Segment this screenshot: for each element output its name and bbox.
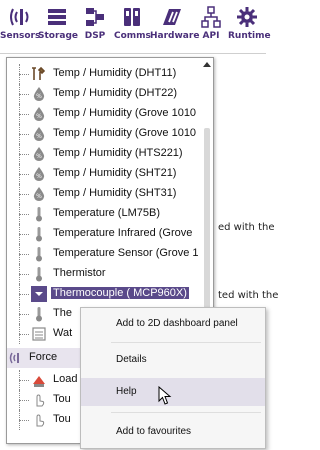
menu-item-label: Add to favourites: [116, 426, 192, 437]
toolbar-label: API: [202, 31, 220, 41]
toolbar-sensors[interactable]: Sensors: [0, 0, 41, 50]
tree-item-label: Load: [53, 373, 78, 385]
tree-item-label: Temp / Humidity (SHT31): [53, 187, 177, 199]
load-cell-icon: [33, 376, 45, 387]
tree-item-label: Tou: [53, 413, 71, 425]
humidity-drop-icon: %: [33, 107, 45, 121]
context-menu: Add to 2D dashboard panel Details Help A…: [80, 307, 266, 449]
toolbar-dsp[interactable]: DSP: [76, 0, 114, 50]
tree-item[interactable]: % Temp / Humidity (SHT31): [7, 184, 207, 204]
tree-item-label: Wat: [53, 327, 73, 339]
divider: [0, 53, 266, 54]
tree-group-label: Force: [29, 351, 58, 363]
menu-item-help[interactable]: Help: [81, 378, 265, 406]
tree-item-label: Temperature Infrared (Grove: [53, 227, 193, 239]
thermometer-icon: [36, 307, 42, 322]
water-level-icon: [32, 327, 46, 341]
tree-item[interactable]: Temperature Infrared (Grove: [7, 224, 207, 244]
toolbar-label: Storage: [38, 31, 79, 41]
humidity-drop-icon: %: [33, 147, 45, 161]
humidity-drop-icon: %: [33, 167, 45, 181]
toolbar-comms[interactable]: Comms: [114, 0, 151, 50]
tree-item-label: Temp / Humidity (SHT21): [53, 167, 177, 179]
tree-item[interactable]: Temp / Humidity (DHT11): [7, 64, 207, 84]
background-text: ed with the: [218, 222, 275, 233]
humidity-drop-icon: %: [33, 127, 45, 141]
menu-item-label: Add to 2D dashboard panel: [116, 318, 238, 329]
tree-item[interactable]: % Temp / Humidity (Grove 1010: [7, 104, 207, 124]
tree-item-label: Thermistor: [53, 267, 106, 279]
toolbar-label: Runtime: [228, 31, 271, 41]
mouse-cursor-icon: [158, 386, 172, 405]
menu-separator: [111, 342, 261, 343]
dsp-icon: [86, 8, 104, 26]
tree-item-label: Temp / Humidity (HTS221): [53, 147, 183, 159]
toolbar-hardware[interactable]: Hardware: [150, 0, 200, 50]
menu-item-details[interactable]: Details: [81, 346, 265, 374]
tree-item[interactable]: Thermistor: [7, 264, 207, 284]
toolbar-label: Hardware: [150, 31, 200, 41]
menu-item-label: Details: [116, 354, 147, 365]
svg-text:%: %: [36, 173, 42, 180]
tree-item-label: Temp / Humidity (DHT22): [53, 87, 178, 99]
background-text: ted with the: [218, 290, 279, 301]
tree-item-label: Thermocouple ( MCP960X): [50, 286, 190, 300]
toolbar-api[interactable]: API: [194, 0, 228, 50]
force-wave-icon: [9, 352, 19, 364]
hardware-icon: [163, 9, 181, 25]
thermometer-icon: [36, 227, 42, 242]
tools-icon: [32, 66, 46, 80]
toolbar-label: Comms: [114, 31, 151, 41]
sensor-wave-icon: [10, 8, 29, 26]
svg-text:%: %: [36, 193, 42, 200]
tree-item-label: The: [53, 307, 72, 319]
thermometer-icon: [36, 267, 42, 282]
thermometer-icon: [36, 247, 42, 262]
tree-item-label: Tou: [53, 393, 71, 405]
tree-item-label: Temp / Humidity (Grove 1010: [53, 127, 197, 139]
tree-item[interactable]: % Temp / Humidity (DHT22): [7, 84, 207, 104]
tree-item-label: Temperature Sensor (Grove 1: [53, 247, 199, 259]
menu-separator: [111, 412, 261, 413]
svg-text:%: %: [36, 153, 42, 160]
toolbar-label: DSP: [84, 31, 106, 41]
touch-icon: [36, 394, 45, 407]
toolbar-storage[interactable]: Storage: [38, 0, 79, 50]
thermometer-icon: [36, 207, 42, 222]
runtime-gear-icon: [237, 7, 257, 27]
humidity-drop-icon: %: [33, 187, 45, 201]
svg-text:%: %: [36, 93, 42, 100]
storage-icon: [48, 9, 66, 25]
menu-item-add-to-dashboard[interactable]: Add to 2D dashboard panel: [81, 310, 265, 338]
toolbar-label: Sensors: [0, 31, 41, 41]
tree-item[interactable]: % Temp / Humidity (HTS221): [7, 144, 207, 164]
svg-text:%: %: [36, 113, 42, 120]
tree-item[interactable]: % Temp / Humidity (SHT21): [7, 164, 207, 184]
tree-item-label: Temp / Humidity (Grove 1010: [53, 107, 197, 119]
api-icon: [201, 6, 221, 28]
tree-item-label: Temperature (LM75B): [53, 207, 160, 219]
tree-item[interactable]: Temperature (LM75B): [7, 204, 207, 224]
menu-item-label: Help: [116, 386, 137, 397]
humidity-drop-icon: %: [33, 87, 45, 101]
menu-item-add-to-favourites[interactable]: Add to favourites: [81, 418, 265, 446]
toolbar-runtime[interactable]: Runtime: [228, 0, 271, 50]
tree-item-label: Temp / Humidity (DHT11): [53, 67, 177, 79]
tree-item[interactable]: Temperature Sensor (Grove 1: [7, 244, 207, 264]
comms-icon: [124, 8, 140, 26]
touch-icon: [36, 414, 45, 427]
svg-text:%: %: [36, 133, 42, 140]
toolbar: Sensors Storage DSP Comms Hardware API R…: [0, 0, 271, 50]
tree-item-selected[interactable]: Thermocouple ( MCP960X): [7, 284, 207, 304]
thermometer-icon: [31, 286, 47, 302]
tree-item[interactable]: % Temp / Humidity (Grove 1010: [7, 124, 207, 144]
